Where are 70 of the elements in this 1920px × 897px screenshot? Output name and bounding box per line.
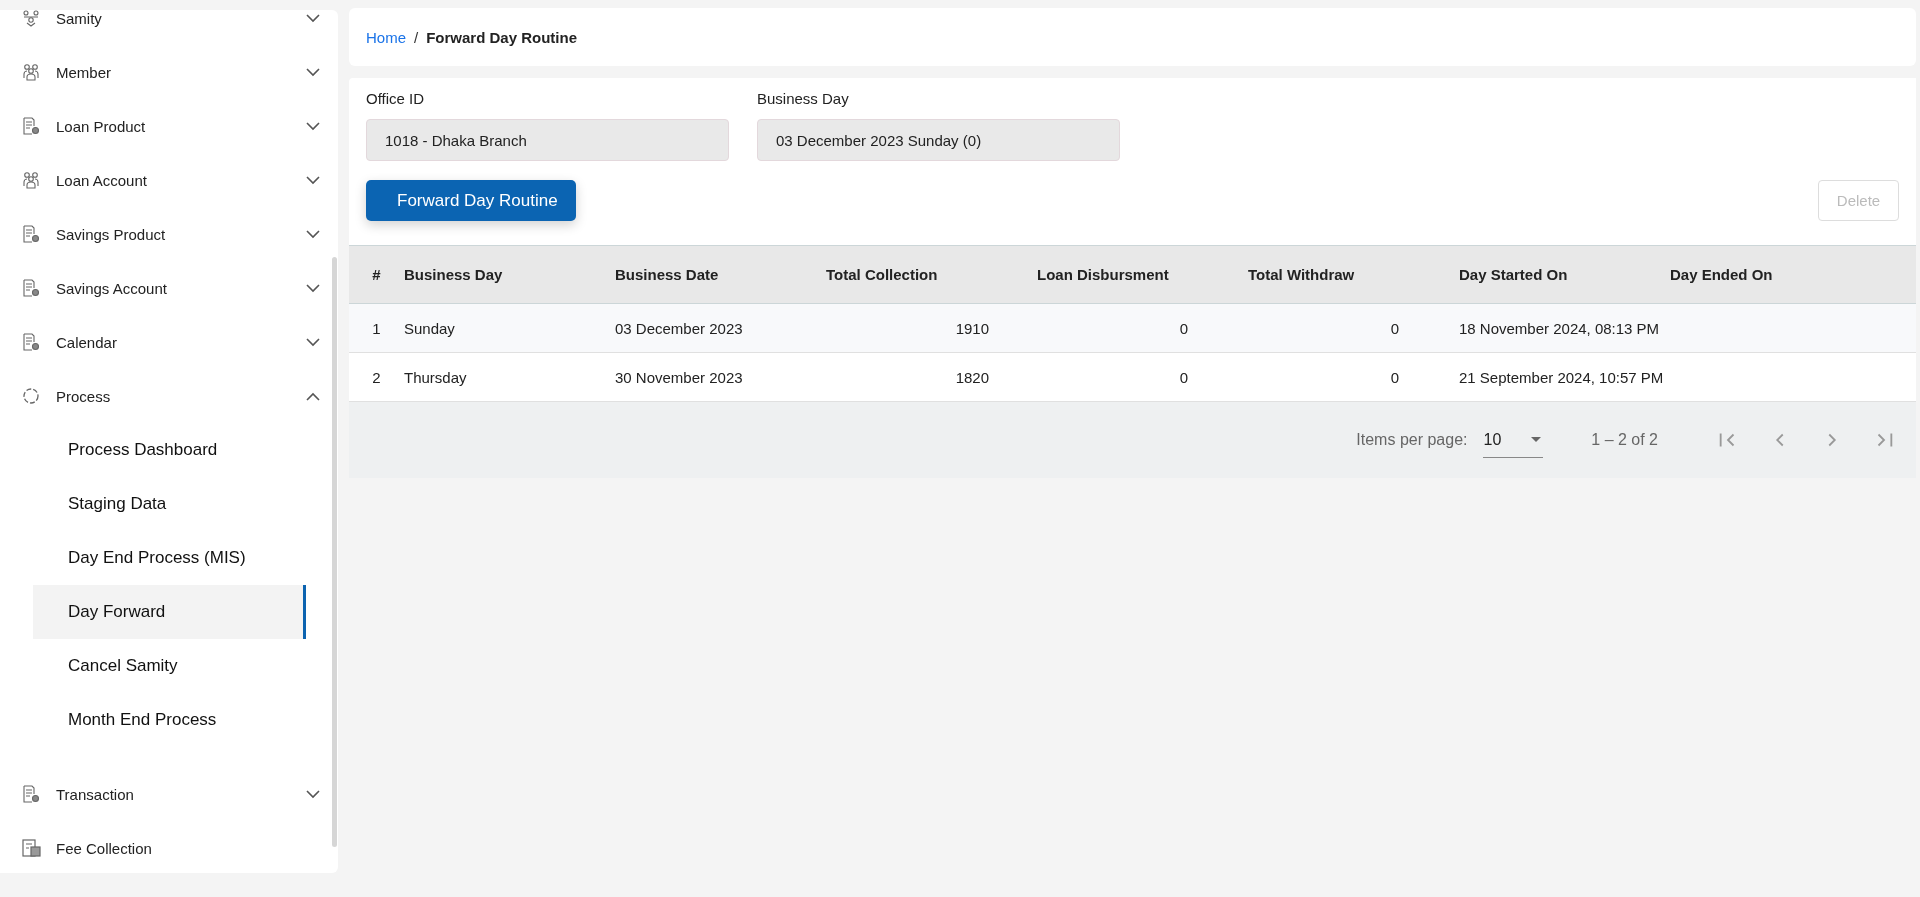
group-icon	[22, 10, 40, 27]
table-cell: 21 September 2024, 10:57 PM	[1459, 368, 1664, 386]
chevron-down-icon	[306, 13, 320, 23]
people-icon	[22, 63, 40, 81]
people-icon	[22, 171, 40, 189]
table-cell: 1820	[955, 368, 989, 386]
sidebar-subitem[interactable]: Day Forward	[33, 585, 306, 639]
breadcrumb-separator: /	[414, 28, 419, 46]
chevron-down-icon	[306, 175, 320, 185]
sidebar-item[interactable]: Process	[0, 369, 338, 423]
chevron-down-icon	[306, 121, 320, 131]
chevron-down-icon	[306, 789, 320, 799]
table-cell: 18 November 2024, 08:13 PM	[1459, 319, 1660, 337]
document-icon	[22, 117, 40, 135]
scrollbar[interactable]	[332, 257, 337, 847]
readonly-field[interactable]: 1018 - Dhaka Branch	[366, 119, 729, 161]
breadcrumb-link[interactable]: Home	[366, 28, 406, 46]
forward-day-routine-button[interactable]: Forward Day Routine	[366, 180, 576, 221]
sidebar-item[interactable]: Savings Account	[0, 261, 338, 315]
column-header: Total Collection	[826, 245, 1037, 304]
table-cell: 03 December 2023	[615, 319, 743, 337]
register-icon	[22, 839, 42, 857]
chevron-up-icon	[306, 391, 320, 401]
sidebar-item[interactable]: Samity	[0, 10, 338, 45]
field-label: Office ID	[366, 90, 426, 107]
document-icon	[22, 225, 40, 243]
readonly-field[interactable]: 03 December 2023 Sunday (0)	[757, 119, 1120, 161]
sidebar-subitem[interactable]: Cancel Samity	[33, 639, 306, 693]
table-cell: 1	[372, 319, 381, 337]
column-header: Day Ended On	[1670, 245, 1916, 304]
column-header: Day Started On	[1459, 245, 1670, 304]
table-cell: 0	[1179, 368, 1188, 386]
sidebar-item[interactable]: Loan Account	[0, 153, 338, 207]
sidebar-subitem[interactable]: Process Dashboard	[33, 423, 306, 477]
table-cell: 2	[372, 368, 381, 386]
field-label: Business Day	[757, 90, 850, 107]
cycle-icon	[22, 387, 40, 405]
items-per-page-label: Items per page:	[1356, 431, 1468, 449]
table-cell: 0	[1390, 368, 1399, 386]
chevron-down-icon	[306, 283, 320, 293]
document-icon	[22, 333, 40, 351]
caret-icon	[1531, 437, 1542, 442]
sidebar-subitem[interactable]: Month End Process	[33, 693, 306, 747]
column-header: Loan Disbursment	[1037, 245, 1248, 304]
sidebar-item[interactable]: Savings Product	[0, 207, 338, 261]
sidebar-item[interactable]: Member	[0, 45, 338, 99]
sidebar-item[interactable]: Calendar	[0, 315, 338, 369]
table-cell: 0	[1390, 319, 1399, 337]
breadcrumb-current: Forward Day Routine	[426, 28, 578, 46]
table-cell: Thursday	[404, 368, 467, 386]
document-icon	[22, 785, 40, 803]
sidebar-item[interactable]: Loan Product	[0, 99, 338, 153]
page-range: 1 – 2 of 2	[1591, 431, 1658, 449]
sidebar-item[interactable]: Transaction	[0, 767, 338, 821]
column-header: Business Day	[404, 245, 615, 304]
document-icon	[22, 279, 40, 297]
table-cell: Sunday	[404, 319, 455, 337]
sidebar-item[interactable]: Fee Collection	[0, 821, 338, 873]
table-cell: 30 November 2023	[615, 368, 743, 386]
sidebar-subitem[interactable]: Day End Process (MIS)	[33, 531, 306, 585]
table-cell: 0	[1179, 319, 1188, 337]
column-header: #	[349, 245, 404, 304]
sidebar-subitem[interactable]: Staging Data	[33, 477, 306, 531]
column-header: Business Date	[615, 245, 826, 304]
chevron-down-icon	[306, 229, 320, 239]
chevron-down-icon	[306, 337, 320, 347]
table-cell: 1910	[955, 319, 989, 337]
page-size-select[interactable]: 10	[1483, 422, 1544, 458]
column-header: Total Withdraw	[1248, 245, 1459, 304]
chevron-down-icon	[306, 67, 320, 77]
